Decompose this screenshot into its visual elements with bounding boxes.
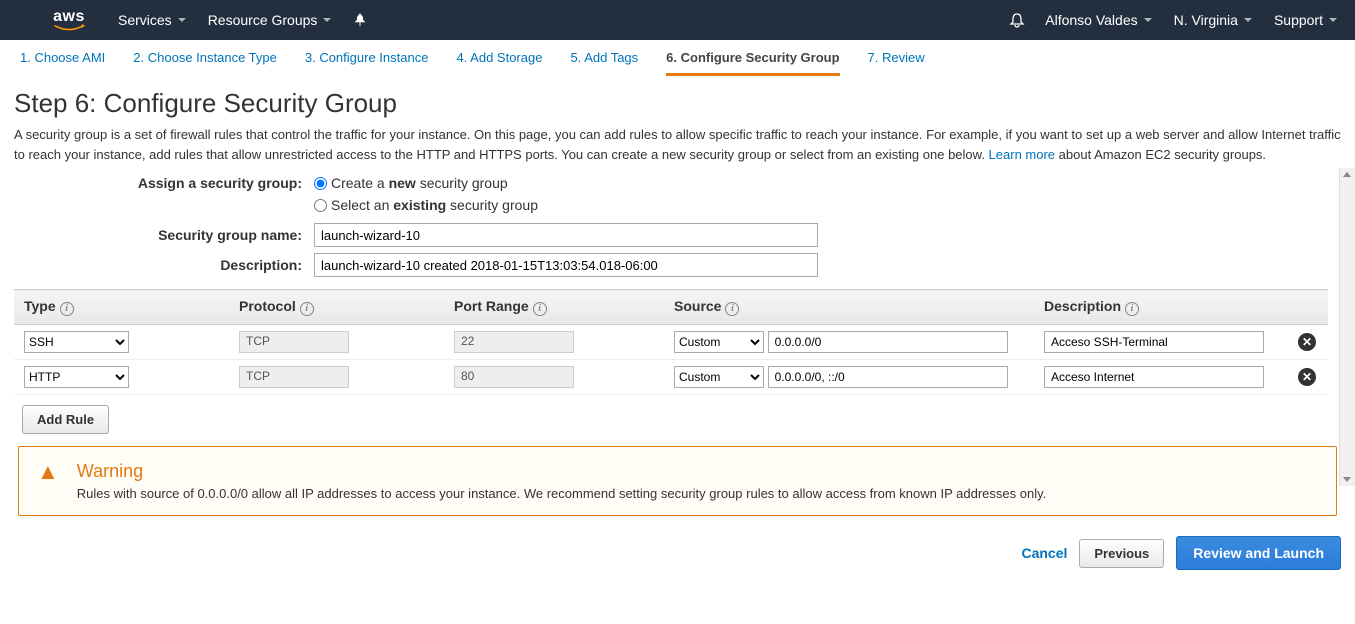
chevron-down-icon [1144,18,1152,22]
review-launch-button[interactable]: Review and Launch [1176,536,1341,570]
wizard-tabs: 1. Choose AMI 2. Choose Instance Type 3.… [0,40,1355,76]
remove-rule-icon[interactable]: ✕ [1298,333,1316,351]
nav-user[interactable]: Alfonso Valdes [1045,12,1151,28]
nav-pin[interactable] [353,13,367,27]
warning-icon: ▲ [37,461,59,501]
nav-region[interactable]: N. Virginia [1174,12,1252,28]
scroll-down-icon[interactable] [1343,477,1351,482]
col-description: Descriptioni [1034,290,1288,325]
learn-more-link[interactable]: Learn more [989,147,1055,162]
top-nav: aws Services Resource Groups Alfonso Val… [0,0,1355,40]
main-content: Step 6: Configure Security Group A secur… [0,88,1355,516]
tab-configure-security-group[interactable]: 6. Configure Security Group [666,50,839,76]
rule-protocol: TCP [239,331,349,353]
assign-sg-label: Assign a security group: [14,175,314,191]
info-icon[interactable]: i [1125,302,1139,316]
chevron-down-icon [178,18,186,22]
info-icon[interactable]: i [725,302,739,316]
rule-type-select[interactable]: HTTP [24,366,129,388]
rule-type-select[interactable]: SSH [24,331,129,353]
chevron-down-icon [323,18,331,22]
remove-rule-icon[interactable]: ✕ [1298,368,1316,386]
info-icon[interactable]: i [300,302,314,316]
rules-table: Typei Protocoli Port Rangei Sourcei Desc… [14,289,1328,395]
radio-select-existing-input[interactable] [314,199,327,212]
rule-source-input[interactable] [768,366,1008,388]
pin-icon [353,13,367,27]
nav-resource-groups[interactable]: Resource Groups [208,12,332,28]
tab-add-storage[interactable]: 4. Add Storage [456,50,542,76]
sg-desc-label: Description: [14,257,314,273]
tab-choose-instance-type[interactable]: 2. Choose Instance Type [133,50,277,76]
radio-create-new-input[interactable] [314,177,327,190]
rule-desc-input[interactable] [1044,366,1264,388]
rule-source-mode[interactable]: Custom [674,366,764,388]
rule-source-input[interactable] [768,331,1008,353]
sg-desc-input[interactable] [314,253,818,277]
col-type: Typei [14,290,229,325]
warning-title: Warning [77,461,1046,482]
radio-create-new[interactable]: Create a new security group [314,175,508,191]
rule-row: SSH TCP 22 Custom ✕ [14,325,1328,360]
rule-protocol: TCP [239,366,349,388]
tab-configure-instance[interactable]: 3. Configure Instance [305,50,429,76]
cancel-button[interactable]: Cancel [1021,545,1067,561]
sg-name-label: Security group name: [14,227,314,243]
sg-name-input[interactable] [314,223,818,247]
col-source: Sourcei [664,290,1034,325]
page-title: Step 6: Configure Security Group [14,88,1341,119]
info-icon[interactable]: i [533,302,547,316]
chevron-down-icon [1244,18,1252,22]
rule-port: 22 [454,331,574,353]
nav-support[interactable]: Support [1274,12,1337,28]
nav-services[interactable]: Services [118,12,186,28]
previous-button[interactable]: Previous [1079,539,1164,568]
col-port: Port Rangei [444,290,664,325]
col-protocol: Protocoli [229,290,444,325]
info-icon[interactable]: i [60,302,74,316]
tab-choose-ami[interactable]: 1. Choose AMI [20,50,105,76]
page-description: A security group is a set of firewall ru… [14,125,1341,165]
bell-icon[interactable] [1009,12,1025,28]
scrollbar[interactable] [1339,168,1355,486]
add-rule-button[interactable]: Add Rule [22,405,109,434]
rule-row: HTTP TCP 80 Custom ✕ [14,360,1328,395]
warning-text: Rules with source of 0.0.0.0/0 allow all… [77,486,1046,501]
warning-box: ▲ Warning Rules with source of 0.0.0.0/0… [18,446,1337,516]
rule-source-mode[interactable]: Custom [674,331,764,353]
chevron-down-icon [1329,18,1337,22]
tab-add-tags[interactable]: 5. Add Tags [570,50,638,76]
footer-actions: Cancel Previous Review and Launch [0,526,1355,584]
rule-desc-input[interactable] [1044,331,1264,353]
tab-review[interactable]: 7. Review [868,50,925,76]
radio-select-existing[interactable]: Select an existing security group [314,197,538,213]
rule-port: 80 [454,366,574,388]
scroll-up-icon[interactable] [1343,172,1351,177]
aws-logo[interactable]: aws [50,8,88,32]
